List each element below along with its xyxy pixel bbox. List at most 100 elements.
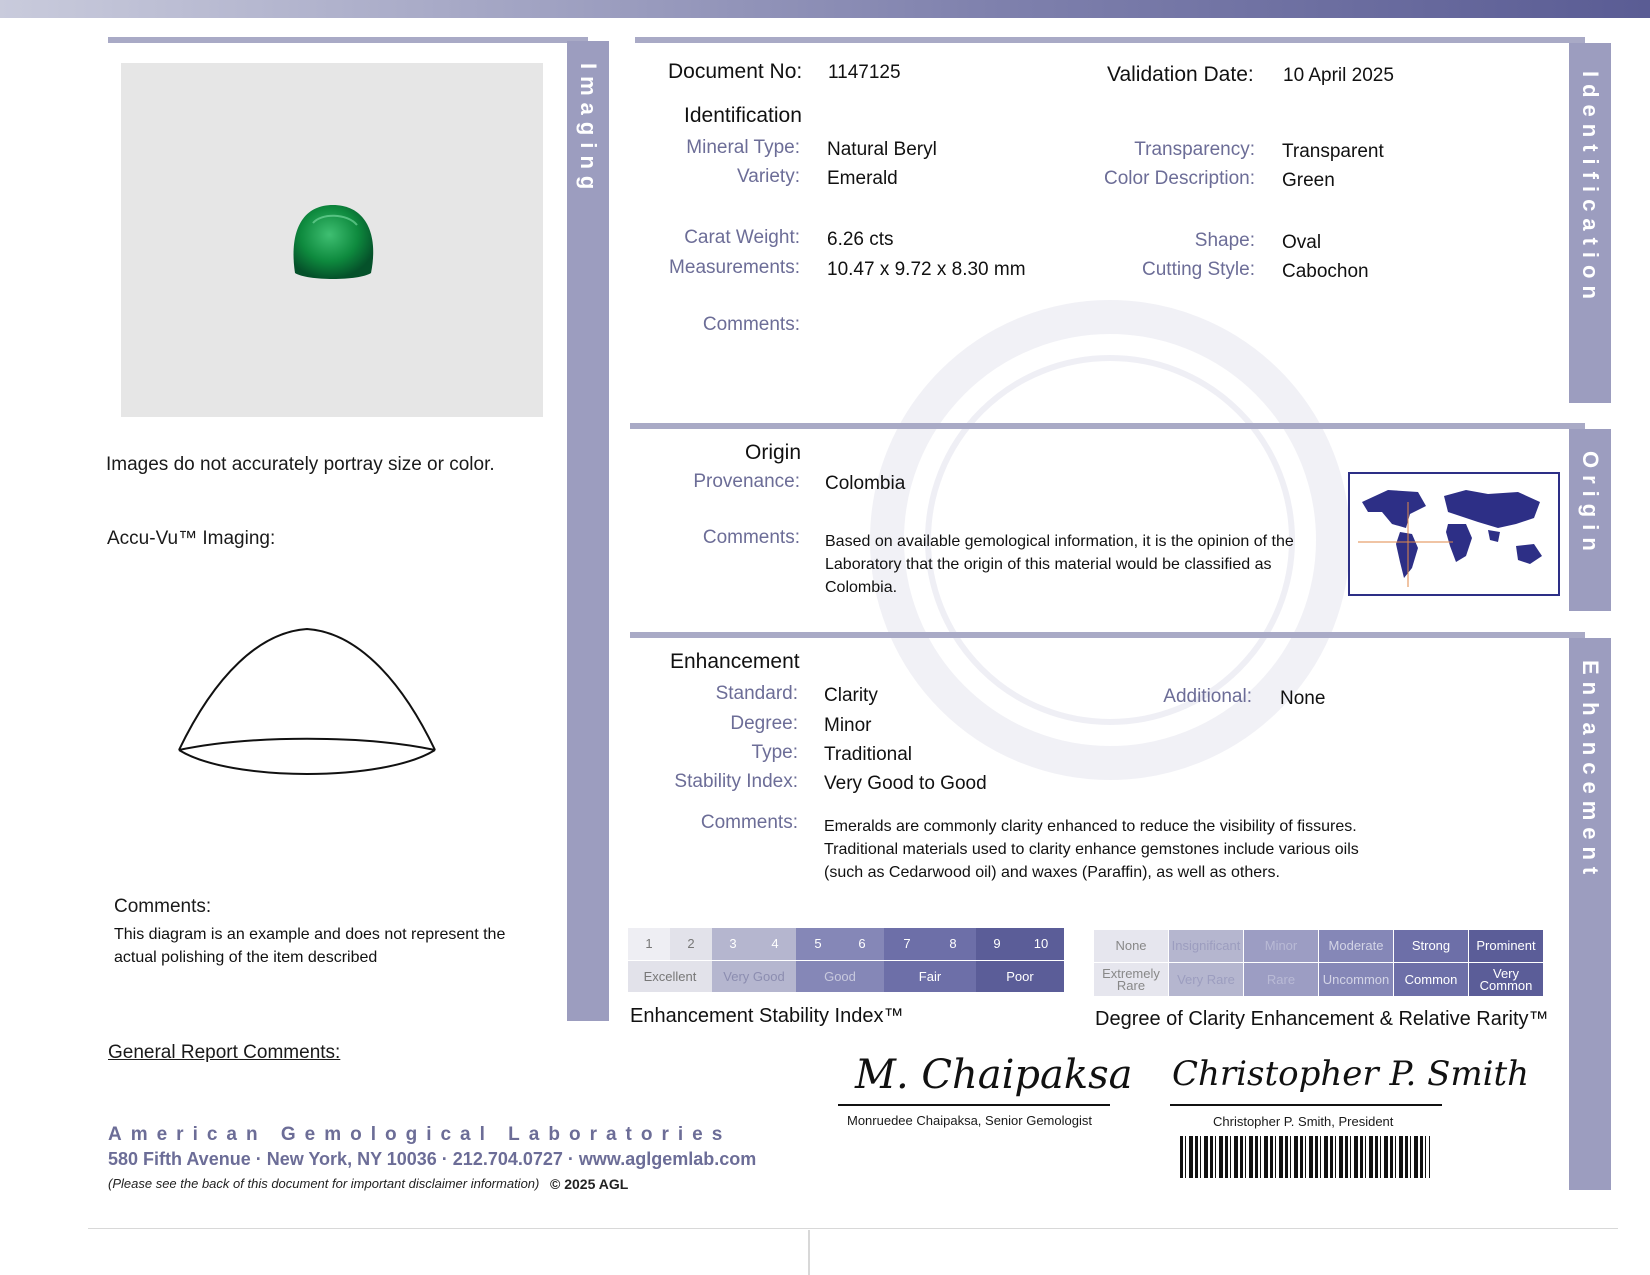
stability-cell-8: 8 — [930, 928, 976, 960]
imaging-side-label: Imaging — [576, 63, 601, 197]
imaging-comments-label: Comments: — [114, 896, 212, 917]
carat-weight-label: Carat Weight: — [684, 227, 800, 248]
variety-label: Variety: — [736, 166, 800, 187]
degree-caption: Degree of Clarity Enhancement & Relative… — [1095, 1008, 1549, 1030]
stability-cell-9: 9 — [976, 928, 1018, 960]
transparency-label: Transparency: — [1134, 139, 1255, 160]
signature-smith: Christopher P. Smith — [1172, 1054, 1530, 1094]
degree-scale: None Insignificant Minor Moderate Strong… — [1094, 930, 1548, 998]
stability-caption: Enhancement Stability Index™ — [630, 1005, 904, 1027]
imaging-comments: This diagram is an example and does not … — [114, 926, 506, 966]
stability-index-value: Very Good to Good — [824, 773, 987, 794]
gem-photo — [121, 63, 543, 417]
standard-label: Standard: — [715, 683, 798, 704]
fold-line — [88, 1228, 1618, 1229]
degree-cell-strong: Strong — [1394, 930, 1468, 962]
shape-value: Oval — [1282, 232, 1322, 253]
copyright: © 2025 AGL — [550, 1176, 629, 1192]
stability-cell-1: 1 — [628, 928, 670, 960]
stability-cell-6: 6 — [840, 928, 884, 960]
fold-line-vertical — [808, 1230, 810, 1275]
signature-line-1 — [838, 1104, 1110, 1106]
stability-word-very-good: Very Good — [712, 961, 796, 992]
rarity-cell-rare: Rare — [1244, 963, 1318, 996]
enhancement-frame-top — [630, 632, 1585, 638]
measurements-value: 10.47 x 9.72 x 8.30 mm — [827, 259, 1026, 280]
lab-address: 580 Fifth Avenue · New York, NY 10036 · … — [108, 1149, 757, 1169]
general-report-comments: General Report Comments: — [108, 1042, 341, 1063]
rarity-cell-very-common: Very Common — [1469, 963, 1543, 996]
validation-date-value: 10 April 2025 — [1283, 65, 1394, 86]
rarity-cell-very-rare: Very Rare — [1169, 963, 1243, 996]
identification-comments-label: Comments: — [702, 314, 800, 335]
origin-frame-top — [630, 423, 1585, 429]
imaging-frame-top — [108, 37, 588, 43]
document-no-value: 1147125 — [828, 62, 901, 83]
type-value: Traditional — [824, 744, 913, 765]
disclaimer-note: (Please see the back of this document fo… — [108, 1176, 540, 1191]
stability-cell-2: 2 — [670, 928, 712, 960]
additional-label: Additional: — [1163, 686, 1252, 707]
validation-date-label: Validation Date: — [1107, 63, 1254, 86]
mineral-type-label: Mineral Type: — [686, 137, 800, 158]
provenance-value: Colombia — [825, 473, 906, 494]
enhancement-side-label: Enhancement — [1578, 660, 1603, 882]
stability-word-fair: Fair — [884, 961, 976, 992]
emerald-photo — [293, 205, 374, 279]
sig1-name: Monruedee Chaipaksa, Senior Gemologist — [847, 1113, 1092, 1128]
measurements-label: Measurements: — [669, 257, 800, 278]
identification-side-label: Identification — [1578, 71, 1603, 306]
stability-word-excellent: Excellent — [628, 961, 712, 992]
identification-heading: Identification — [684, 104, 802, 127]
enhancement-heading: Enhancement — [670, 650, 800, 673]
origin-comments-label: Comments: — [702, 527, 800, 548]
additional-value: None — [1280, 688, 1326, 709]
cabochon-diagram — [178, 627, 436, 775]
shape-label: Shape: — [1194, 230, 1255, 251]
lab-name: American Gemological Laboratories — [108, 1124, 732, 1145]
stability-cell-10: 10 — [1018, 928, 1064, 960]
signature-chaipaksa: M. Chaipaksa — [855, 1052, 1133, 1098]
provenance-label: Provenance: — [693, 471, 800, 492]
mineral-type-value: Natural Beryl — [827, 139, 937, 160]
color-description-label: Color Description: — [1104, 168, 1255, 189]
degree-cell-prominent: Prominent — [1469, 930, 1543, 962]
cutting-style-value: Cabochon — [1282, 261, 1369, 282]
type-label: Type: — [751, 742, 798, 763]
stability-cell-4: 4 — [754, 928, 796, 960]
stability-cell-7: 7 — [884, 928, 930, 960]
stability-scale: 1 2 3 4 5 6 7 8 9 10 Excellent Very Good… — [628, 928, 1078, 993]
origin-side-label: Origin — [1578, 451, 1603, 558]
rarity-cell-common: Common — [1394, 963, 1468, 996]
enhancement-comments: Emeralds are commonly clarity enhanced t… — [824, 818, 1359, 881]
identification-frame-top — [635, 37, 1585, 43]
stability-word-good: Good — [796, 961, 884, 992]
stability-index-label: Stability Index: — [674, 771, 798, 792]
degree-cell-moderate: Moderate — [1319, 930, 1393, 962]
world-map-icon — [1348, 472, 1560, 596]
sig2-name: Christopher P. Smith, President — [1213, 1114, 1394, 1129]
origin-heading: Origin — [745, 441, 802, 464]
variety-value: Emerald — [827, 168, 898, 189]
barcode — [1180, 1136, 1430, 1178]
rarity-cell-extremely-rare: Extremely Rare — [1094, 963, 1168, 996]
document-no-label: Document No: — [668, 60, 803, 83]
degree-cell-none: None — [1094, 930, 1168, 962]
standard-value: Clarity — [824, 685, 878, 706]
degree-label: Degree: — [730, 713, 798, 734]
stability-cell-3: 3 — [712, 928, 754, 960]
rarity-cell-uncommon: Uncommon — [1319, 963, 1393, 996]
origin-side-bar: Origin — [1569, 429, 1611, 611]
color-description-value: Green — [1282, 170, 1335, 191]
degree-value: Minor — [824, 715, 872, 736]
enhancement-side-bar: Enhancement — [1569, 638, 1611, 1190]
degree-cell-insignificant: Insignificant — [1169, 930, 1243, 962]
carat-weight-value: 6.26 cts — [827, 229, 894, 250]
stability-word-poor: Poor — [976, 961, 1064, 992]
degree-cell-minor: Minor — [1244, 930, 1318, 962]
top-band — [0, 0, 1650, 18]
stability-cell-5: 5 — [796, 928, 840, 960]
cutting-style-label: Cutting Style: — [1142, 259, 1255, 280]
identification-side-bar: Identification — [1569, 43, 1611, 403]
signature-line-2 — [1170, 1104, 1442, 1106]
